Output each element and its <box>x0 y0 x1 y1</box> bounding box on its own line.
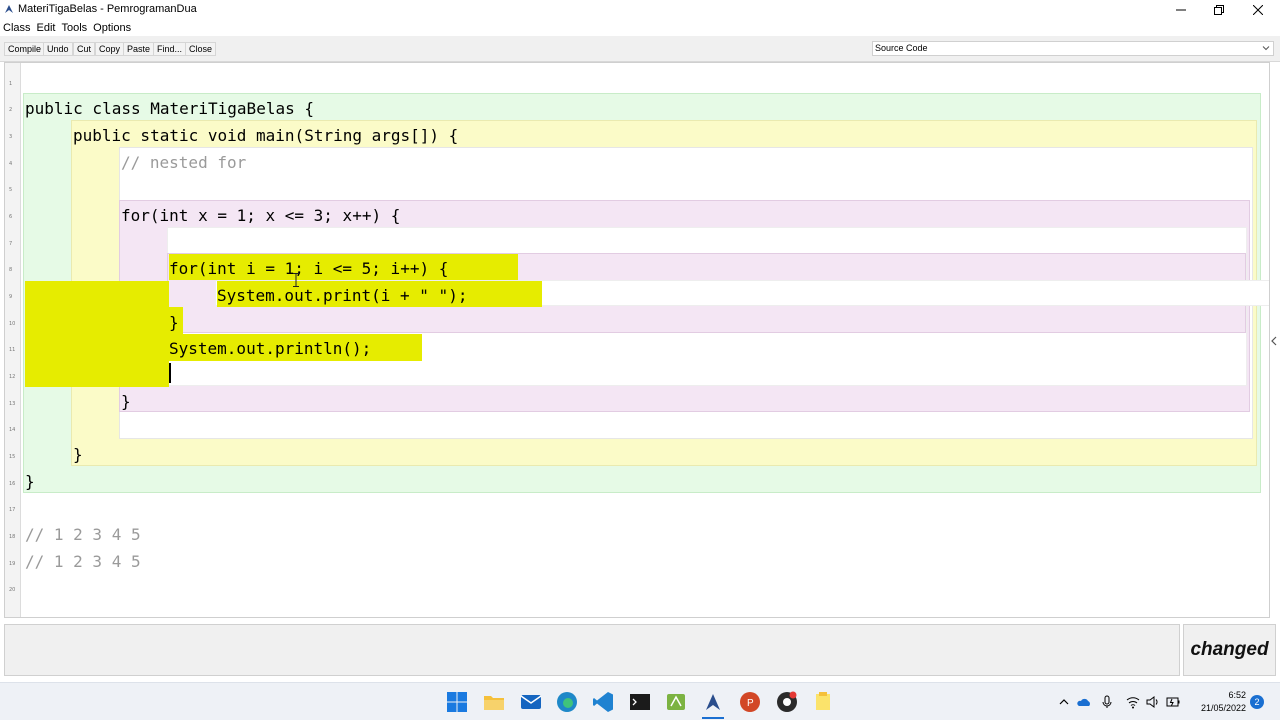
restore-button[interactable] <box>1200 0 1238 20</box>
menu-options[interactable]: Options <box>90 20 134 36</box>
clock-time: 6:52 <box>1228 690 1246 700</box>
line-number: 10 <box>9 321 16 327</box>
battery-icon[interactable] <box>1166 695 1180 709</box>
scroll-arrow-icon[interactable] <box>1271 336 1277 346</box>
chevron-up-icon[interactable] <box>1057 695 1071 709</box>
code-line: public class MateriTigaBelas { <box>25 99 314 118</box>
code-line: for(int i = 1; i <= 5; i++) { <box>169 259 449 278</box>
onedrive-cloud-icon[interactable] <box>1077 695 1091 709</box>
obs-icon[interactable] <box>776 691 798 713</box>
chevron-down-icon <box>1262 46 1270 51</box>
line-number: 9 <box>9 294 13 300</box>
edge-browser-icon[interactable] <box>556 691 578 713</box>
line-number-gutter: 1 2 3 4 5 6 7 8 9 10 11 12 13 14 15 16 1… <box>5 63 21 617</box>
close-icon <box>1253 5 1263 15</box>
find-button[interactable]: Find... <box>153 42 187 56</box>
greenfoot-icon[interactable] <box>665 691 687 713</box>
title-bar: MateriTigaBelas - PemrogramanDua <box>0 0 1280 20</box>
code-line: System.out.print(i + " "); <box>217 286 468 305</box>
mouse-ibeam-icon <box>293 273 299 287</box>
line-number: 15 <box>9 454 16 460</box>
code-line: // nested for <box>121 153 247 172</box>
close-button[interactable]: Close <box>185 42 217 56</box>
wifi-icon[interactable] <box>1126 695 1140 709</box>
line-number: 1 <box>9 81 13 87</box>
code-line: System.out.println(); <box>169 339 372 358</box>
code-editor[interactable]: 1 2 3 4 5 6 7 8 9 10 11 12 13 14 15 16 1… <box>4 62 1270 618</box>
changed-status-label: changed <box>1183 624 1276 676</box>
undo-button[interactable]: Undo <box>43 42 73 56</box>
close-window-button[interactable] <box>1239 0 1277 20</box>
line-number: 3 <box>9 134 13 140</box>
window-title: MateriTigaBelas - PemrogramanDua <box>18 3 197 15</box>
code-line: public static void main(String args[]) { <box>73 126 459 145</box>
windows-start-icon[interactable] <box>446 691 468 713</box>
system-clock[interactable]: 6:52 21/05/2022 <box>1186 689 1246 715</box>
menu-bar: Class Edit Tools Options <box>0 20 1280 36</box>
line-number: 13 <box>9 401 16 407</box>
active-app-indicator <box>702 717 724 719</box>
taskbar: P 6:52 21/05/2022 2 <box>0 682 1280 720</box>
bluej-taskbar-icon[interactable] <box>702 691 724 713</box>
status-message-area <box>4 624 1180 676</box>
line-number: 8 <box>9 267 13 273</box>
code-line: } <box>169 313 179 332</box>
line-number: 14 <box>9 427 16 433</box>
minimize-button[interactable] <box>1162 0 1200 20</box>
code-line: } <box>25 472 35 491</box>
mail-icon[interactable] <box>520 691 542 713</box>
view-select[interactable]: Source Code <box>872 41 1274 56</box>
code-line: for(int x = 1; x <= 3; x++) { <box>121 206 401 225</box>
clock-date: 21/05/2022 <box>1200 703 1246 713</box>
bluej-app-icon <box>5 5 13 13</box>
notification-badge[interactable]: 2 <box>1250 695 1264 709</box>
code-line: // 1 2 3 4 5 <box>25 525 141 544</box>
line-number: 6 <box>9 214 13 220</box>
file-explorer-icon[interactable] <box>483 691 505 713</box>
menu-class[interactable]: Class <box>0 20 34 36</box>
line-number: 7 <box>9 241 13 247</box>
line-number: 19 <box>9 561 16 567</box>
volume-icon[interactable] <box>1146 695 1160 709</box>
code-line: } <box>121 392 131 411</box>
line-number: 17 <box>9 507 16 513</box>
minimize-icon <box>1176 9 1186 11</box>
terminal-icon[interactable] <box>629 691 651 713</box>
notes-icon[interactable] <box>812 691 834 713</box>
selection-highlight <box>25 281 169 387</box>
line-number: 18 <box>9 534 16 540</box>
vscode-icon[interactable] <box>592 691 614 713</box>
compile-button[interactable]: Compile <box>4 42 46 56</box>
menu-tools[interactable]: Tools <box>58 20 90 36</box>
view-select-value: Source Code <box>875 43 928 53</box>
powerpoint-icon[interactable]: P <box>739 691 761 713</box>
svg-text:P: P <box>747 698 754 709</box>
copy-button[interactable]: Copy <box>95 42 125 56</box>
line-number: 11 <box>9 347 16 353</box>
line-number: 20 <box>9 587 16 593</box>
line-number: 5 <box>9 187 13 193</box>
restore-icon <box>1214 5 1224 15</box>
line-number: 2 <box>9 107 13 113</box>
menu-edit[interactable]: Edit <box>34 20 59 36</box>
microphone-icon[interactable] <box>1100 695 1114 709</box>
code-line: // 1 2 3 4 5 <box>25 552 141 571</box>
text-caret <box>169 363 171 383</box>
line-number: 12 <box>9 374 16 380</box>
line-number: 4 <box>9 161 13 167</box>
cut-button[interactable]: Cut <box>73 42 96 56</box>
code-line: } <box>73 445 83 464</box>
line-number: 16 <box>9 481 16 487</box>
paste-button[interactable]: Paste <box>123 42 155 56</box>
